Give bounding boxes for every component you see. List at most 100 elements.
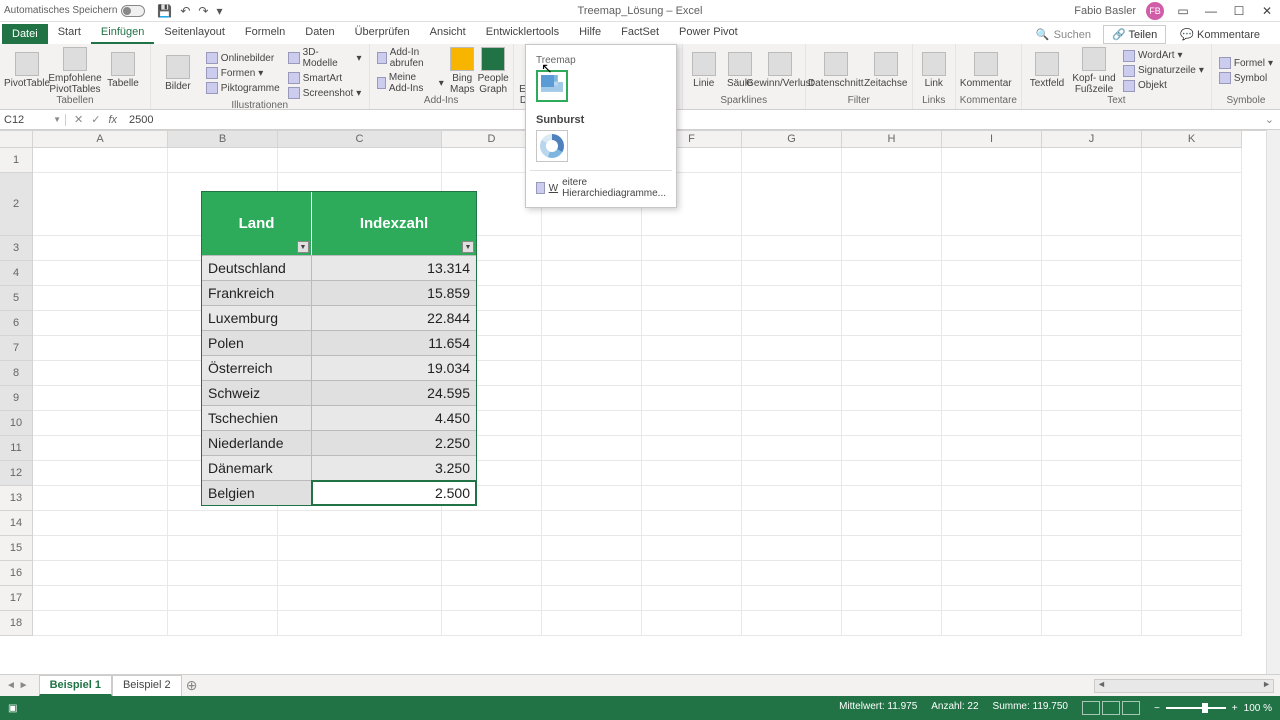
pivottable-button[interactable]: PivotTable — [4, 52, 50, 89]
tab-einfügen[interactable]: Einfügen — [91, 22, 154, 44]
zoom-level[interactable]: 100 % — [1244, 703, 1272, 714]
record-macro-icon[interactable]: ▣ — [8, 703, 17, 714]
column-header-J[interactable]: J — [1042, 131, 1142, 148]
normal-view-button[interactable] — [1082, 701, 1100, 715]
filter-button-index[interactable]: ▼ — [462, 241, 474, 253]
cell-index[interactable]: 2.250 — [312, 431, 476, 455]
timeline-button[interactable]: Zeitachse — [864, 52, 908, 89]
row-header-12[interactable]: 12 — [0, 461, 33, 486]
pictures-button[interactable]: Bilder — [155, 55, 201, 92]
column-header-G[interactable]: G — [742, 131, 842, 148]
cell-land[interactable]: Österreich — [202, 356, 312, 380]
table-row[interactable]: Tschechien4.450 — [202, 405, 476, 430]
tab-formeln[interactable]: Formeln — [235, 22, 295, 44]
table-row[interactable]: Niederlande2.250 — [202, 430, 476, 455]
share-button[interactable]: 🔗 Teilen — [1103, 25, 1166, 44]
autosave-toggle[interactable] — [121, 5, 145, 17]
cell-land[interactable]: Belgien — [202, 481, 312, 505]
people-graph-button[interactable]: People Graph — [478, 47, 509, 95]
object-button[interactable]: Objekt — [1120, 79, 1207, 93]
cell-land[interactable]: Frankreich — [202, 281, 312, 305]
screenshot-button[interactable]: Screenshot ▾ — [285, 86, 365, 100]
add-sheet-button[interactable]: ⊕ — [182, 677, 202, 694]
table-row[interactable]: Schweiz24.595 — [202, 380, 476, 405]
maximize-icon[interactable]: ☐ — [1230, 4, 1248, 18]
row-header-14[interactable]: 14 — [0, 511, 33, 536]
column-header-C[interactable]: C — [278, 131, 442, 148]
tab-factset[interactable]: FactSet — [611, 22, 669, 44]
cell-index[interactable]: 3.250 — [312, 456, 476, 480]
more-hierarchy-charts-button[interactable]: Weitere Hierarchiediagramme... — [530, 170, 672, 205]
recommended-pivot-button[interactable]: Empfohlene PivotTables — [52, 47, 98, 95]
file-tab[interactable]: Datei — [2, 24, 48, 44]
row-header-15[interactable]: 15 — [0, 536, 33, 561]
cell-index[interactable]: 24.595 — [312, 381, 476, 405]
3d-models-button[interactable]: 3D-Modelle ▾ — [285, 46, 365, 70]
sheet-tab-1[interactable]: Beispiel 2 — [112, 675, 182, 696]
row-header-3[interactable]: 3 — [0, 236, 33, 261]
icons-button[interactable]: Piktogramme — [203, 81, 283, 95]
cell-land[interactable]: Luxemburg — [202, 306, 312, 330]
zoom-slider[interactable] — [1166, 707, 1226, 709]
tab-überprüfen[interactable]: Überprüfen — [345, 22, 420, 44]
cell-index[interactable]: 15.859 — [312, 281, 476, 305]
tell-me-search[interactable]: 🔍Suchen — [1030, 28, 1097, 41]
user-avatar[interactable]: FB — [1146, 2, 1164, 20]
row-header-17[interactable]: 17 — [0, 586, 33, 611]
sparkline-winloss-button[interactable]: Gewinn/Verlust — [759, 52, 801, 89]
row-header-1[interactable]: 1 — [0, 148, 33, 173]
name-box[interactable]: C12▼ — [0, 114, 66, 126]
slicer-button[interactable]: Datenschnitt — [810, 52, 862, 89]
cell-index[interactable]: 11.654 — [312, 331, 476, 355]
link-button[interactable]: Link — [917, 52, 951, 89]
close-icon[interactable]: ✕ — [1258, 4, 1276, 18]
expand-formula-bar-icon[interactable]: ⌄ — [1259, 113, 1280, 126]
user-name[interactable]: Fabio Basler — [1074, 5, 1136, 17]
horizontal-scrollbar[interactable] — [1094, 679, 1274, 693]
sunburst-option[interactable] — [536, 130, 568, 162]
cell-land[interactable]: Tschechien — [202, 406, 312, 430]
tab-seitenlayout[interactable]: Seitenlayout — [154, 22, 235, 44]
row-header-10[interactable]: 10 — [0, 411, 33, 436]
vertical-scrollbar[interactable] — [1266, 130, 1280, 674]
ribbon-options-icon[interactable]: ▭ — [1174, 4, 1192, 18]
online-pictures-button[interactable]: Onlinebilder — [203, 51, 283, 65]
comment-button[interactable]: Kommentar — [960, 52, 1012, 89]
table-row[interactable]: Österreich19.034 — [202, 355, 476, 380]
redo-icon[interactable]: ↷ — [198, 4, 208, 18]
cells[interactable]: Land▼Indexzahl▼Deutschland13.314Frankrei… — [33, 148, 1242, 636]
fx-icon[interactable]: fx — [108, 114, 123, 126]
row-header-5[interactable]: 5 — [0, 286, 33, 311]
cell-index[interactable]: 2.500 — [312, 481, 476, 505]
row-header-4[interactable]: 4 — [0, 261, 33, 286]
table-header-index[interactable]: Indexzahl▼ — [312, 192, 476, 255]
formula-input[interactable]: 2500 — [123, 114, 1259, 126]
comments-button[interactable]: 💬 Kommentare — [1172, 26, 1268, 43]
smartart-button[interactable]: SmartArt — [285, 71, 365, 85]
cell-index[interactable]: 13.314 — [312, 256, 476, 280]
column-header-I[interactable]: I — [942, 131, 1042, 148]
select-all-button[interactable] — [0, 130, 33, 148]
cell-index[interactable]: 4.450 — [312, 406, 476, 430]
namebox-dropdown-icon[interactable]: ▼ — [53, 115, 61, 124]
row-header-16[interactable]: 16 — [0, 561, 33, 586]
page-break-view-button[interactable] — [1122, 701, 1140, 715]
row-header-7[interactable]: 7 — [0, 336, 33, 361]
bing-maps-button[interactable]: Bing Maps — [449, 47, 476, 95]
cell-land[interactable]: Schweiz — [202, 381, 312, 405]
table-row[interactable]: Deutschland13.314 — [202, 255, 476, 280]
table-button[interactable]: Tabelle — [100, 52, 146, 89]
row-header-13[interactable]: 13 — [0, 486, 33, 511]
row-header-2[interactable]: 2 — [0, 173, 33, 236]
signature-button[interactable]: Signaturzeile ▾ — [1120, 64, 1207, 78]
row-header-9[interactable]: 9 — [0, 386, 33, 411]
table-header-land[interactable]: Land▼ — [202, 192, 312, 255]
cell-index[interactable]: 22.844 — [312, 306, 476, 330]
filter-button-land[interactable]: ▼ — [297, 241, 309, 253]
cell-land[interactable]: Deutschland — [202, 256, 312, 280]
tab-start[interactable]: Start — [48, 22, 91, 44]
sparkline-line-button[interactable]: Linie — [687, 52, 721, 89]
treemap-option[interactable] — [536, 70, 568, 102]
cell-land[interactable]: Dänemark — [202, 456, 312, 480]
minimize-icon[interactable]: — — [1202, 4, 1220, 18]
